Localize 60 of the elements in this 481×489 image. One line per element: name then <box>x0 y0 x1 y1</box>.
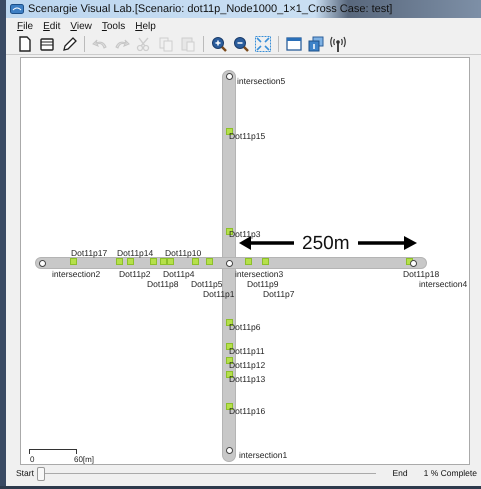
layers-icon[interactable] <box>307 35 325 53</box>
node-label: Dot11p4 <box>163 269 195 279</box>
scale-label: 0 <box>30 455 34 464</box>
right-arrow <box>358 235 418 251</box>
node-label: Dot11p6 <box>229 322 261 332</box>
node-marker[interactable] <box>167 258 174 265</box>
node-marker[interactable] <box>116 258 123 265</box>
node-label: Dot11p8 <box>147 279 179 289</box>
distance-label: 250m <box>302 233 350 255</box>
node-marker[interactable] <box>262 258 269 265</box>
node-label: Dot11p11 <box>229 346 265 356</box>
node-marker[interactable] <box>192 258 199 265</box>
node-label: Dot11p7 <box>263 289 295 299</box>
menu-item[interactable]: Help <box>130 20 161 32</box>
menu-item[interactable]: File <box>12 20 38 32</box>
antenna-icon[interactable] <box>329 35 347 53</box>
node-label: intersection3 <box>235 269 284 279</box>
node-label: Dot11p3 <box>229 229 261 239</box>
node-label: Dot11p2 <box>119 269 151 279</box>
node-marker[interactable] <box>226 343 233 350</box>
node-label: Dot11p5 <box>191 279 223 289</box>
node-marker[interactable] <box>226 357 233 364</box>
node-marker[interactable] <box>206 258 213 265</box>
window-icon[interactable] <box>285 35 303 53</box>
node-marker[interactable] <box>127 258 134 265</box>
node-label: intersection2 <box>52 269 100 279</box>
node-marker[interactable] <box>70 258 77 265</box>
node-label: intersection5 <box>237 76 286 86</box>
node-label: Dot11p15 <box>229 131 266 141</box>
scale-label: 60[m] <box>74 455 94 464</box>
menu-item[interactable]: Edit <box>38 20 66 32</box>
node-marker[interactable] <box>226 319 233 326</box>
node-label: intersection4 <box>419 279 468 289</box>
node-label: Dot11p16 <box>229 406 266 416</box>
scale-bar <box>29 449 77 454</box>
node-marker[interactable] <box>226 128 233 135</box>
node-marker[interactable] <box>245 258 252 265</box>
node-marker[interactable] <box>160 258 167 265</box>
node-label: Dot11p18 <box>403 269 440 279</box>
node-label: intersection1 <box>239 450 288 460</box>
menu-item[interactable]: View <box>65 20 97 32</box>
node-marker[interactable] <box>150 258 157 265</box>
timeline-slider[interactable] <box>37 466 46 480</box>
node-label: Dot11p12 <box>229 360 266 370</box>
end-label: End <box>392 468 408 478</box>
node-label: Dot11p17 <box>71 248 108 258</box>
zoom-in-icon[interactable] <box>210 35 228 53</box>
zoom-out-icon[interactable] <box>232 35 250 53</box>
node-label: Dot11p1 <box>203 289 235 299</box>
node-label: Dot11p10 <box>165 248 202 258</box>
window-title: Scenargie Visual Lab.[Scenario: dot11p_Node1000_1×1_Cross Case: test] <box>28 3 392 15</box>
node-marker[interactable] <box>226 403 233 410</box>
node-marker[interactable] <box>226 371 233 378</box>
start-label: Start <box>16 468 34 478</box>
node-label: Dot11p13 <box>229 374 266 384</box>
app-icon <box>10 4 24 14</box>
node-label: Dot11p14 <box>117 248 154 258</box>
node-label: Dot11p9 <box>247 279 279 289</box>
progress-text: 1 % Complete <box>424 468 477 478</box>
menu-item[interactable]: Tools <box>96 20 130 32</box>
